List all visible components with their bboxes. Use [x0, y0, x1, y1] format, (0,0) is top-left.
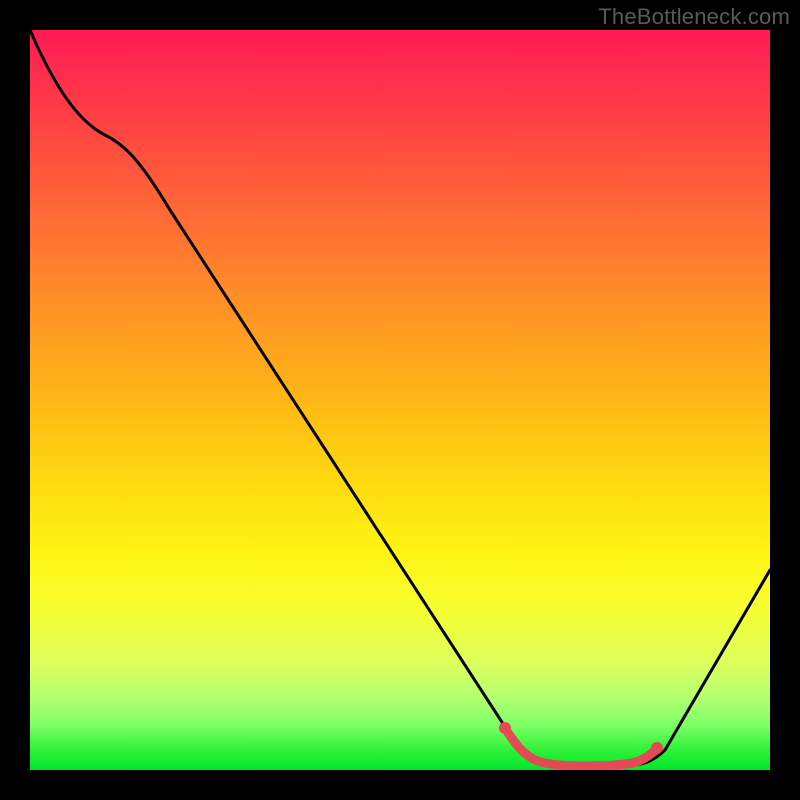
curve-layer: [30, 30, 770, 770]
bottleneck-curve: [30, 30, 770, 765]
range-start-dot: [499, 722, 511, 734]
recommended-range-curve: [505, 728, 657, 766]
watermark-text: TheBottleneck.com: [598, 4, 790, 30]
chart-frame: TheBottleneck.com: [0, 0, 800, 800]
range-end-dot: [651, 742, 663, 754]
plot-area: [30, 30, 770, 770]
